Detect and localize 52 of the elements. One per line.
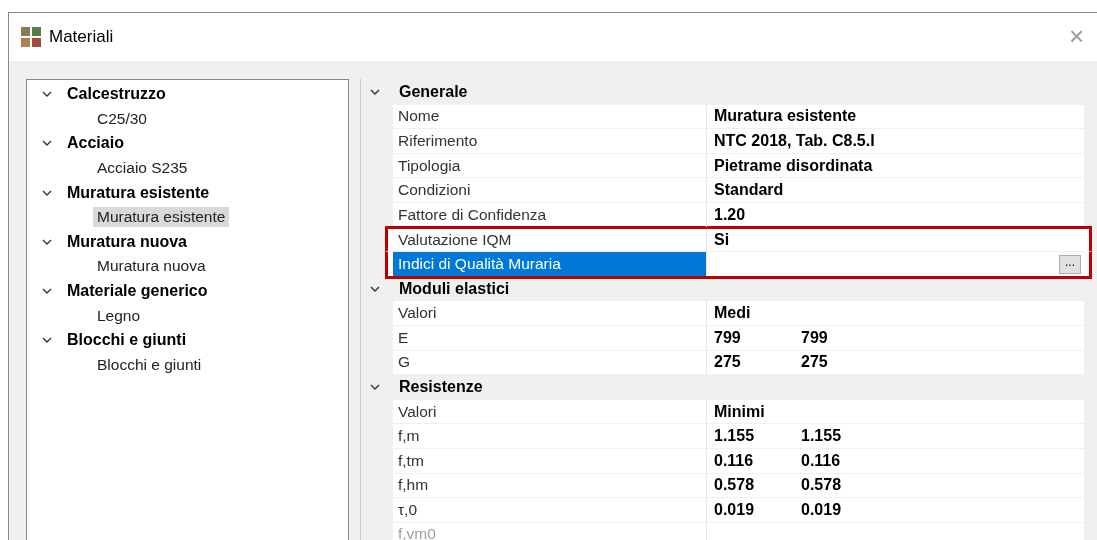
property-name[interactable]: f,tm [393, 448, 707, 473]
tree-item[interactable]: Muratura nuova [93, 256, 210, 277]
tree-item[interactable]: Acciaio S235 [93, 158, 192, 179]
property-value: Pietrame disordinata [714, 156, 873, 175]
property-name[interactable]: f,m [393, 424, 707, 448]
property-value: NTC 2018, Tab. C8.5.I [714, 132, 875, 150]
category-header: Generale [399, 83, 468, 102]
property-value: 275 [801, 353, 829, 372]
property-value: 0.116 [714, 451, 755, 470]
tree-item[interactable]: Legno [93, 305, 145, 326]
property-name[interactable]: Riferimento [393, 129, 707, 153]
property-name[interactable]: G [393, 350, 707, 375]
property-value: 275 [714, 353, 742, 372]
tree-item[interactable]: Muratura esistente [93, 207, 230, 228]
property-value: 0.019 [714, 500, 756, 519]
property-name[interactable]: Valutazione IQM [393, 228, 707, 252]
tree-item[interactable]: C25/30 [93, 108, 151, 129]
property-value: 0.019 [801, 500, 843, 519]
property-value: 1.155 [714, 427, 756, 446]
tree-category[interactable]: Muratura nuova [67, 232, 187, 251]
property-value: Minimi [714, 402, 766, 421]
property-value: Medi [714, 304, 752, 323]
property-name[interactable]: Condizioni [393, 178, 707, 202]
property-name[interactable]: Tipologia [393, 153, 707, 178]
tree-category[interactable]: Calcestruzzo [67, 85, 166, 104]
property-name[interactable]: τ,0 [393, 498, 707, 522]
property-value: 0.578 [801, 476, 843, 495]
property-name[interactable]: Valori [393, 301, 707, 325]
property-value: 0.116 [801, 451, 842, 470]
property-name[interactable]: Valori [393, 399, 707, 424]
property-value: 799 [801, 328, 829, 347]
window-title: Materiali [49, 27, 114, 47]
tree-category[interactable]: Muratura esistente [67, 183, 210, 202]
property-name[interactable]: E [393, 325, 707, 350]
app-icon [21, 27, 41, 47]
tree-category[interactable]: Acciaio [67, 134, 124, 153]
property-value: 0.578 [714, 476, 756, 495]
category-header: Resistenze [399, 378, 483, 397]
property-value: 1.20 [714, 205, 747, 224]
property-value: Si [714, 230, 731, 249]
browse-button[interactable]: ... [1059, 255, 1081, 275]
tree-category[interactable]: Blocchi e giunti [67, 331, 187, 350]
property-value: Muratura esistente [714, 107, 857, 126]
tree-category[interactable]: Materiale generico [67, 282, 208, 301]
property-value: Standard [714, 181, 785, 200]
property-name[interactable]: Indici di Qualità Muraria [393, 252, 707, 276]
property-name[interactable]: f,hm [393, 473, 707, 498]
property-name[interactable]: Nome [393, 104, 707, 129]
property-value: 799 [714, 328, 742, 347]
category-header: Moduli elastici [399, 280, 510, 299]
tree-item[interactable]: Blocchi e giunti [93, 354, 206, 375]
property-value: 1.155 [801, 427, 843, 446]
